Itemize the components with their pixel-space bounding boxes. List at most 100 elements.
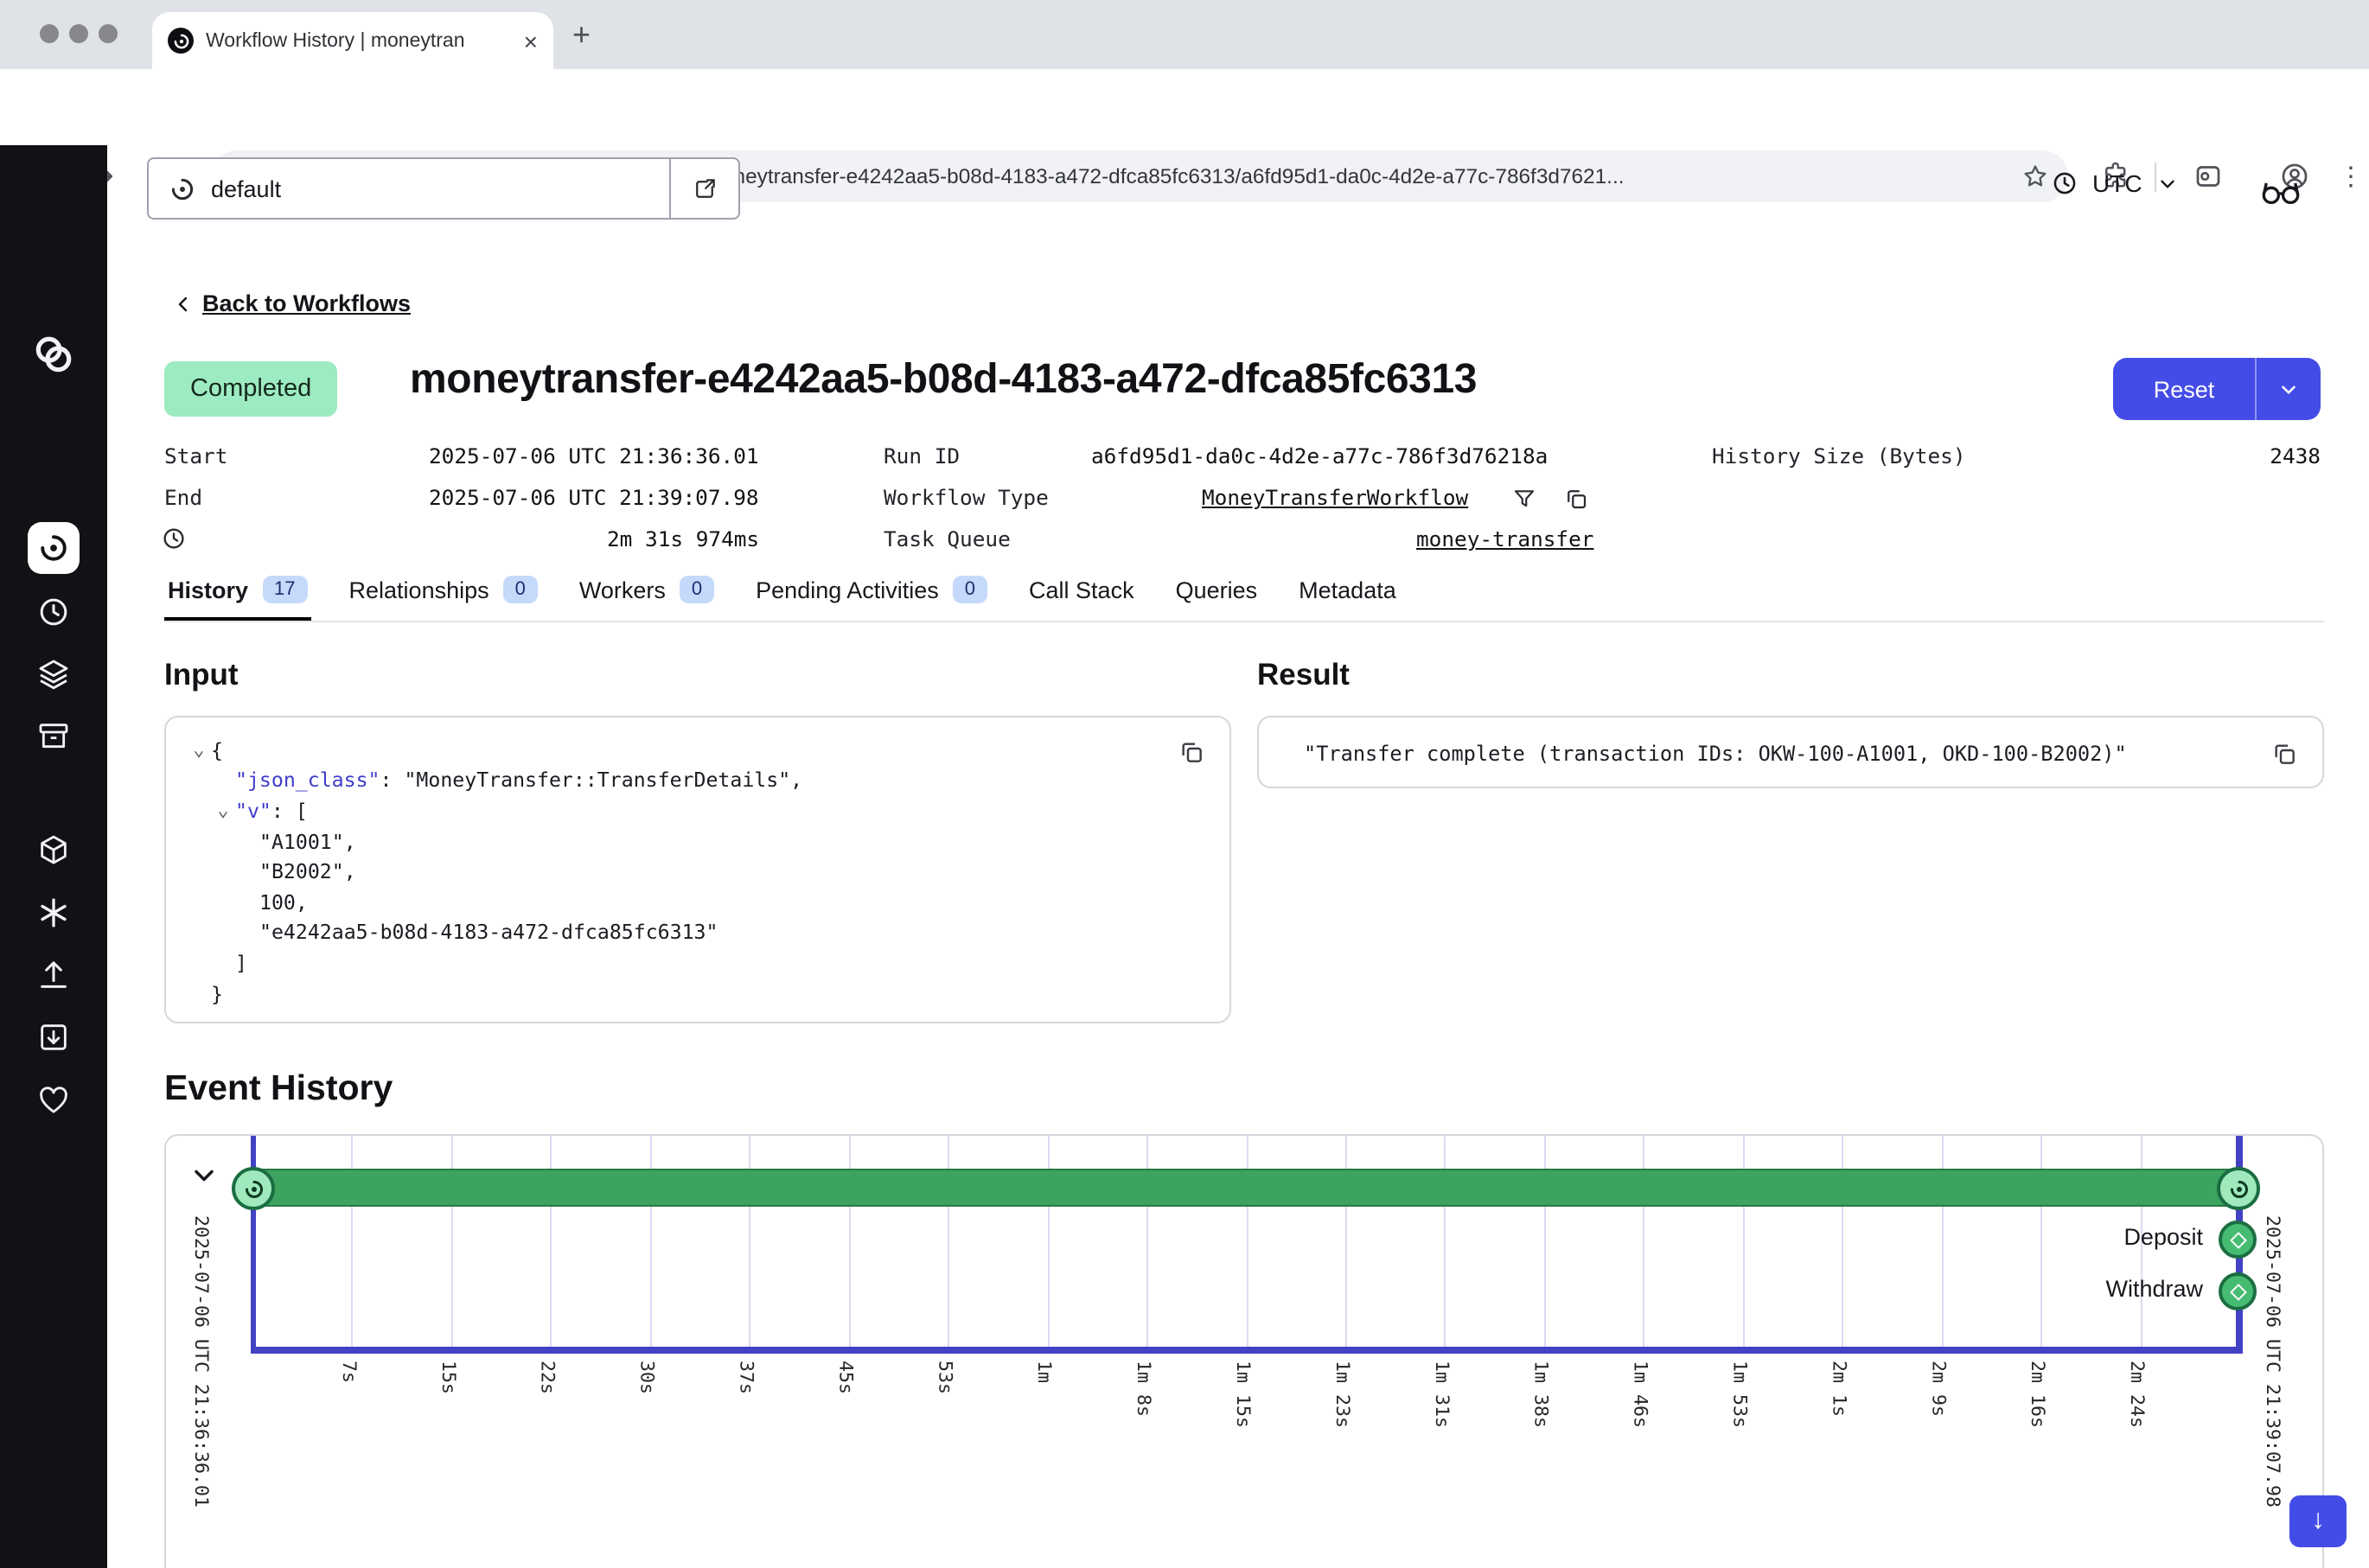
- copy-icon[interactable]: [2270, 740, 2298, 768]
- chevron-left-icon: [173, 293, 194, 314]
- start-value: 2025-07-06 UTC 21:36:36.01: [429, 444, 759, 468]
- start-label: Start: [164, 444, 227, 468]
- duration-clock-icon: [161, 526, 187, 551]
- tab-bar: History17Relationships0Workers0Pending A…: [164, 576, 2324, 622]
- namespace-icon: [168, 175, 195, 202]
- code-line: 100,: [187, 887, 1209, 917]
- sidebar-item-archive[interactable]: [36, 719, 71, 754]
- tick-label: 1m 23s: [1331, 1361, 1354, 1428]
- duration-value: 2m 31s 974ms: [607, 527, 759, 551]
- code-line: ⌄"v": [: [187, 795, 1209, 825]
- json-text: : "MoneyTransfer::TransferDetails",: [380, 768, 803, 793]
- tick-label: 2m 24s: [2126, 1361, 2149, 1428]
- tab-label: Relationships: [349, 577, 489, 602]
- sidebar-item-workflows[interactable]: [28, 522, 80, 574]
- tick-label: 15s: [437, 1361, 460, 1394]
- tab-count-badge: 0: [680, 576, 714, 603]
- json-key: "v": [235, 799, 271, 823]
- code-line: "json_class": "MoneyTransfer::TransferDe…: [187, 765, 1209, 795]
- browser-address-bar: localhost:8080/namespaces/default/workfl…: [0, 69, 2369, 145]
- temporal-logo-icon[interactable]: [31, 332, 76, 377]
- tick-label: 1m 46s: [1630, 1361, 1652, 1428]
- tick-label: 2m 1s: [1828, 1361, 1850, 1417]
- timeline-ticks: 7s15s22s30s37s45s53s1m1m 8s1m 15s1m 23s1…: [166, 1136, 2326, 1568]
- timezone-selector[interactable]: UTC: [2051, 169, 2179, 197]
- sidebar-item-deployments[interactable]: [36, 657, 71, 692]
- window-minimize-button[interactable]: [69, 24, 88, 43]
- code-line: "A1001",: [187, 826, 1209, 857]
- timeline-panel: DepositWithdraw 2025-07-06 UTC 21:36:36.…: [164, 1134, 2324, 1568]
- input-panel: ⌄{"json_class": "MoneyTransfer::Transfer…: [164, 716, 1231, 1023]
- tick-label: 2m 16s: [2027, 1361, 2049, 1428]
- result-value: "Transfer complete (transaction IDs: OKW…: [1304, 717, 2127, 790]
- new-tab-button[interactable]: +: [572, 19, 591, 50]
- collapse-caret-icon[interactable]: ⌄: [211, 801, 235, 820]
- sidebar-item-labs[interactable]: [36, 896, 71, 930]
- json-text: "e4242aa5-b08d-4183-a472-dfca85fc6313": [259, 921, 718, 945]
- sidebar-item-import[interactable]: [36, 1020, 71, 1055]
- external-link-icon: [692, 175, 718, 201]
- filter-funnel-icon[interactable]: [1510, 484, 1537, 512]
- tick-label: 7s: [338, 1361, 361, 1383]
- labs-mode-icon[interactable]: [2258, 171, 2303, 207]
- json-key: "json_class": [235, 768, 380, 793]
- window-zoom-button[interactable]: [99, 24, 118, 43]
- tab-label: Metadata: [1299, 577, 1396, 602]
- tab-label: Queries: [1176, 577, 1258, 602]
- sidebar-item-export[interactable]: [36, 958, 71, 992]
- collapse-caret-icon[interactable]: ⌄: [187, 741, 211, 760]
- reset-dropdown-button[interactable]: [2255, 358, 2321, 420]
- code-line: "e4242aa5-b08d-4183-a472-dfca85fc6313": [187, 917, 1209, 947]
- tab-relationships[interactable]: Relationships0: [346, 576, 541, 621]
- tab-count-badge: 0: [953, 576, 987, 603]
- result-panel: "Transfer complete (transaction IDs: OKW…: [1257, 716, 2324, 788]
- clock-icon: [2051, 169, 2078, 197]
- json-text: : [: [271, 799, 308, 823]
- code-line: ]: [187, 947, 1209, 978]
- tab-label: Pending Activities: [756, 577, 939, 602]
- timezone-value: UTC: [2092, 169, 2142, 197]
- back-to-workflows-link[interactable]: Back to Workflows: [173, 290, 411, 316]
- copy-icon[interactable]: [1178, 738, 1205, 766]
- sidebar-item-schedules[interactable]: [36, 595, 71, 629]
- input-heading: Input: [164, 657, 239, 693]
- sidebar-item-feedback[interactable]: [36, 1082, 71, 1117]
- json-text: "A1001",: [259, 829, 356, 853]
- tick-label: 2m 9s: [1927, 1361, 1950, 1417]
- tab-history[interactable]: History17: [164, 576, 311, 621]
- namespace-select-main[interactable]: default: [149, 159, 669, 218]
- reset-button-group: Reset: [2113, 358, 2321, 420]
- browser-menu-icon[interactable]: ⋮: [2338, 161, 2364, 192]
- history-size-label: History Size (Bytes): [1712, 444, 1966, 468]
- copy-icon[interactable]: [1561, 484, 1589, 512]
- bookmark-star-icon[interactable]: [2021, 163, 2049, 190]
- tick-label: 1m 31s: [1431, 1361, 1453, 1428]
- task-queue-label: Task Queue: [884, 527, 1011, 551]
- workflow-type-link[interactable]: MoneyTransferWorkflow: [1202, 486, 1468, 510]
- task-queue-link[interactable]: money-transfer: [1416, 527, 1593, 551]
- search-screen-icon[interactable]: [2193, 161, 2224, 192]
- namespace-value: default: [211, 175, 281, 201]
- tab-call-stack[interactable]: Call Stack: [1025, 576, 1138, 621]
- tab-close-icon[interactable]: ×: [524, 29, 538, 53]
- namespace-selector[interactable]: default: [147, 157, 740, 220]
- browser-tab[interactable]: Workflow History | moneytran ×: [152, 12, 553, 69]
- tab-queries[interactable]: Queries: [1172, 576, 1261, 621]
- sidebar-item-nexus[interactable]: [36, 833, 71, 868]
- namespace-open-button[interactable]: [669, 159, 738, 218]
- download-history-button[interactable]: ↓: [2289, 1495, 2347, 1547]
- window-close-button[interactable]: [40, 24, 59, 43]
- json-text: {: [211, 738, 223, 762]
- reset-button[interactable]: Reset: [2113, 358, 2255, 420]
- code-line: "B2002",: [187, 857, 1209, 887]
- input-code: ⌄{"json_class": "MoneyTransfer::Transfer…: [166, 717, 1229, 1009]
- end-label: End: [164, 486, 202, 510]
- tab-metadata[interactable]: Metadata: [1295, 576, 1400, 621]
- tick-label: 30s: [636, 1361, 659, 1394]
- workflow-type-label: Workflow Type: [884, 486, 1049, 510]
- json-text: }: [211, 981, 223, 1005]
- app-sidebar: 2.34.0: [0, 145, 107, 1568]
- tick-label: 1m 38s: [1530, 1361, 1553, 1428]
- tab-pending-activities[interactable]: Pending Activities 0: [752, 576, 991, 621]
- tab-workers[interactable]: Workers0: [576, 576, 718, 621]
